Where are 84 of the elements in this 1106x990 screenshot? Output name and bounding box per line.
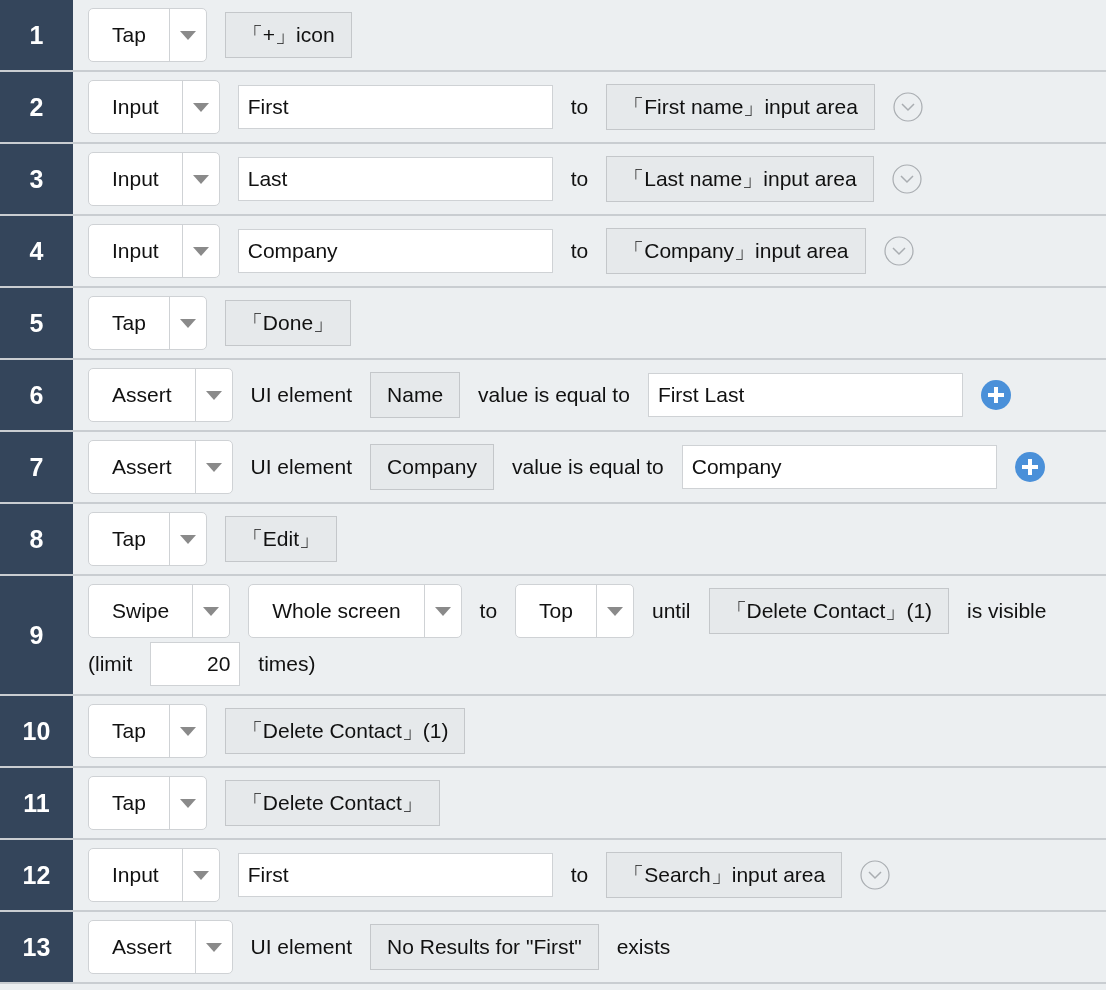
action-dropdown[interactable]: Tap [88, 296, 207, 350]
step-number: 13 [0, 912, 73, 982]
element-chip[interactable]: 「Done」 [224, 300, 352, 346]
caret-icon [179, 30, 196, 40]
action-dropdown[interactable]: Tap [88, 704, 207, 758]
caret-icon [192, 246, 209, 256]
action-dropdown[interactable]: Tap [88, 8, 207, 62]
chevron-down-circle-icon[interactable] [892, 92, 923, 122]
input-field[interactable]: First [237, 85, 553, 129]
step-text: times) [258, 652, 316, 676]
element-chip[interactable]: 「Edit」 [224, 516, 338, 562]
action-dropdown[interactable]: Top [515, 584, 634, 638]
action-dropdown[interactable]: Whole screen [248, 584, 462, 638]
step-number: 4 [0, 216, 73, 286]
element-chip[interactable]: 「Search」input area [606, 852, 843, 898]
step-number: 8 [0, 504, 73, 574]
element-chip[interactable]: 「First name」input area [606, 84, 875, 130]
step-text: UI element [250, 383, 353, 407]
step-number: 9 [0, 576, 73, 694]
step-text: to [570, 863, 589, 887]
step-number: 2 [0, 72, 73, 142]
action-dropdown[interactable]: Input [88, 152, 220, 206]
caret-icon [192, 102, 209, 112]
step-number: 7 [0, 432, 73, 502]
step-text: (limit [88, 652, 133, 676]
limit-field[interactable]: 20 [150, 642, 241, 686]
chevron-down-circle-icon[interactable] [883, 236, 914, 266]
action-dropdown[interactable]: Assert [88, 440, 233, 494]
chevron-down-circle-icon[interactable] [891, 164, 922, 194]
step-text: value is equal to [511, 455, 664, 479]
action-dropdown[interactable]: Tap [88, 776, 207, 830]
element-chip[interactable]: 「Delete Contact」(1) [224, 708, 466, 754]
step-number: 10 [0, 696, 73, 766]
element-chip[interactable]: Name [370, 372, 461, 418]
element-chip[interactable]: 「Company」input area [606, 228, 866, 274]
input-field[interactable]: Company [237, 229, 553, 273]
action-dropdown[interactable]: Input [88, 848, 220, 902]
step-number: 6 [0, 360, 73, 430]
add-icon[interactable] [980, 380, 1011, 410]
step-number: 1 [0, 0, 73, 70]
chevron-down-circle-icon[interactable] [860, 860, 891, 890]
step-text: to [570, 167, 589, 191]
caret-icon [192, 870, 209, 880]
step-text: to [570, 239, 589, 263]
step-number: 12 [0, 840, 73, 910]
caret-icon [179, 798, 196, 808]
action-dropdown[interactable]: Swipe [88, 584, 231, 638]
action-dropdown[interactable]: Tap [88, 512, 207, 566]
step-number: 5 [0, 288, 73, 358]
input-field[interactable]: First [237, 853, 553, 897]
step-text: is visible [967, 599, 1047, 623]
step-text: until [651, 599, 691, 623]
action-dropdown[interactable]: Assert [88, 368, 233, 422]
element-chip[interactable]: 「Last name」input area [606, 156, 874, 202]
action-dropdown[interactable]: Assert [88, 920, 233, 974]
caret-icon [179, 534, 196, 544]
caret-icon [606, 606, 623, 616]
caret-icon [203, 606, 220, 616]
step-text: value is equal to [478, 383, 630, 407]
step-text: exists [616, 935, 671, 959]
caret-icon [179, 318, 196, 328]
step-number: 11 [0, 768, 73, 838]
element-chip[interactable]: 「Delete Contact」(1) [708, 588, 950, 634]
input-field[interactable]: Last [237, 157, 553, 201]
input-field[interactable]: Company [681, 445, 997, 489]
caret-icon [434, 606, 451, 616]
element-chip[interactable]: No Results for "First" [370, 924, 599, 970]
caret-icon [192, 174, 209, 184]
step-text: UI element [250, 455, 353, 479]
input-field[interactable]: First Last [647, 373, 963, 417]
step-number: 3 [0, 144, 73, 214]
add-icon[interactable] [1014, 452, 1045, 482]
step-text: UI element [250, 935, 353, 959]
caret-icon [179, 726, 196, 736]
caret-icon [205, 462, 222, 472]
element-chip[interactable]: 「+」icon [224, 12, 352, 58]
caret-icon [205, 390, 222, 400]
element-chip[interactable]: Company [370, 444, 494, 490]
step-text: to [570, 95, 589, 119]
caret-icon [205, 942, 222, 952]
element-chip[interactable]: 「Delete Contact」 [224, 780, 440, 826]
step-text: to [479, 599, 498, 623]
action-dropdown[interactable]: Input [88, 80, 220, 134]
action-dropdown[interactable]: Input [88, 224, 220, 278]
